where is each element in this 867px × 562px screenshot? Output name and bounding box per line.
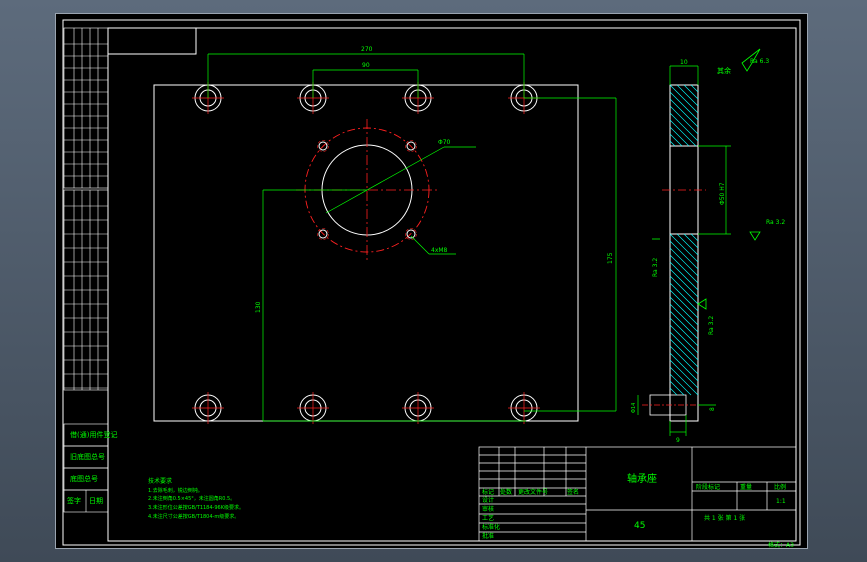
- tb-col-2: 更改文件号: [518, 488, 548, 496]
- tb-col-0: 处数: [500, 488, 512, 496]
- format-label: 格式：A3: [768, 541, 794, 549]
- tb-row-3: 工艺: [482, 514, 494, 522]
- plate-outline: [153, 84, 579, 422]
- side-dimension-lines: [637, 65, 731, 436]
- tb-row-2: 审核: [482, 505, 494, 513]
- bolt-hole: [402, 392, 434, 424]
- notes-line-3: 4.未注尺寸公差按GB/T1804-m级要求。: [148, 513, 239, 520]
- dim-bore: Φ70: [438, 139, 451, 146]
- stage-label: 阶段标记: [696, 483, 720, 491]
- dim-side-thickness: 10: [680, 59, 688, 66]
- tb-row-1: 设计: [482, 496, 494, 504]
- dim-vertical-right: 175: [607, 252, 614, 264]
- dim-side-bottom-h: Φ14: [631, 403, 637, 413]
- part-name: 轴承座: [627, 472, 657, 485]
- label-cell-1: 旧底图总号: [70, 452, 105, 461]
- sheet-text: 共 1 张 第 1 张: [704, 514, 745, 522]
- label-cell-2: 底图总号: [70, 474, 98, 483]
- roughness-main: Ra 6.3: [750, 58, 769, 65]
- dim-top-outer: 270: [361, 46, 373, 53]
- scale-value: 1:1: [776, 498, 786, 505]
- roughness-side-b: Ra 3.2: [708, 316, 715, 335]
- roughness-bore: Ra 3.2: [766, 219, 785, 226]
- roughness-other-prefix: 其余: [717, 66, 731, 75]
- weight-label: 重量: [740, 483, 752, 491]
- tb-col-3: 签名: [567, 488, 579, 496]
- roughness-side-a: Ra 3.2: [652, 258, 659, 277]
- tb-row-5: 批准: [482, 532, 494, 540]
- drawing-frame: [62, 19, 801, 546]
- drawing-canvas: 借(通)用件登记 旧底图总号 底图总号 签字 日期 270 90 Φ70 4xM…: [62, 19, 801, 549]
- dim-side-bottom-w: 9: [676, 437, 680, 444]
- label-cell-4: 日期: [89, 497, 103, 505]
- bolt-hole: [192, 392, 224, 424]
- side-view: [642, 84, 706, 422]
- dim-side-right: 8: [709, 407, 716, 411]
- cad-viewport[interactable]: 借(通)用件登记 旧底图总号 底图总号 签字 日期 270 90 Φ70 4xM…: [55, 13, 808, 549]
- tb-row-0: 标记: [482, 488, 494, 496]
- bolt-hole: [508, 392, 540, 424]
- dim-top-inner: 90: [362, 62, 370, 69]
- notes-title: 技术要求: [148, 477, 172, 485]
- left-strip: [63, 27, 109, 391]
- bolt-holes: [192, 82, 540, 424]
- leader-holes: 4xM8: [431, 247, 448, 254]
- tb-row-4: 标准化: [482, 523, 500, 531]
- dim-vertical-left: 130: [255, 301, 262, 313]
- label-cell-0: 借(通)用件登记: [70, 430, 117, 439]
- bolt-hole: [297, 392, 329, 424]
- label-cell-3: 签字: [67, 496, 81, 505]
- material: 45: [634, 521, 645, 531]
- dim-side-bore: Φ50 H7: [719, 182, 726, 205]
- scale-label: 比例: [774, 483, 786, 491]
- roughness-symbols: [652, 48, 761, 310]
- notes-line-1: 2.未注倒角0.5×45°，未注圆角R0.5。: [148, 495, 235, 502]
- notes-line-0: 1.去除毛刺，锐边倒钝。: [148, 487, 203, 494]
- notes-line-2: 3.未注形位公差按GB/T1184-96K级要求。: [148, 504, 244, 511]
